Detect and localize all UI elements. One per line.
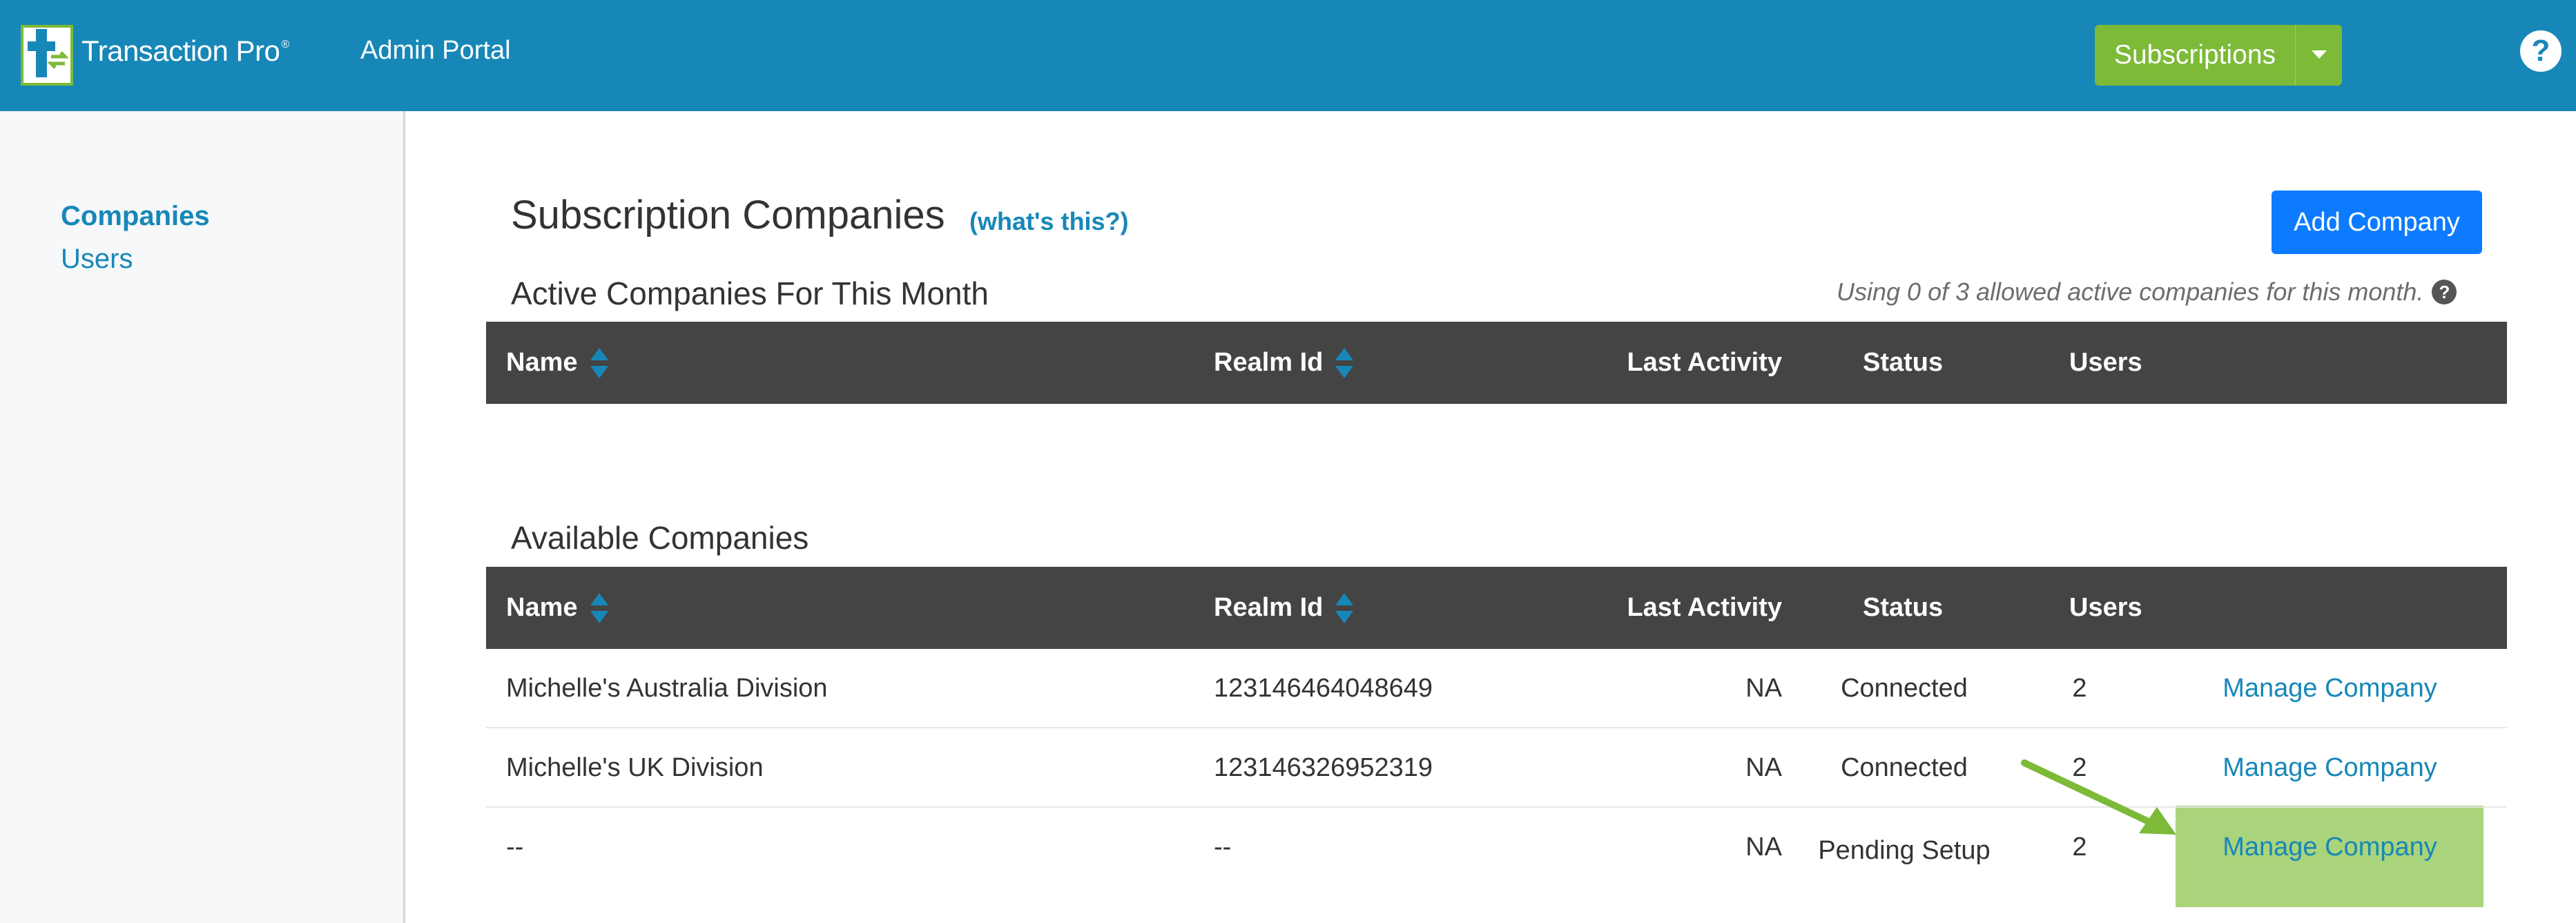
manage-company-link[interactable]: Manage Company: [2176, 808, 2483, 887]
sidebar-item-users[interactable]: Users: [61, 244, 133, 275]
active-table-header: Name Realm Id Last Activity Status Users: [486, 322, 2507, 404]
active-companies-heading: Active Companies For This Month: [511, 275, 989, 311]
question-circle-icon[interactable]: ?: [2432, 280, 2457, 304]
last-activity: NA: [1745, 753, 1782, 782]
sidebar: Companies Users: [0, 111, 405, 923]
column-header-status: Status: [1863, 348, 1944, 377]
sort-icon[interactable]: [1335, 592, 1354, 623]
sort-icon[interactable]: [590, 592, 608, 623]
company-name: Michelle's UK Division: [506, 753, 764, 782]
whats-this-link[interactable]: (what's this?): [969, 207, 1129, 236]
subscriptions-dropdown[interactable]: Subscriptions: [2095, 25, 2342, 86]
available-table-header: Name Realm Id Last Activity Status Users: [486, 567, 2507, 649]
status: Pending Setup: [1818, 836, 1991, 865]
help-icon[interactable]: ?: [2520, 30, 2562, 72]
status: Connected: [1841, 674, 1968, 703]
column-header-status: Status: [1863, 593, 1944, 622]
brand-name[interactable]: Transaction Pro ®: [81, 35, 289, 68]
realm-id: --: [1214, 833, 1232, 862]
manage-company-link[interactable]: Manage Company: [2176, 649, 2483, 728]
caret-down-icon[interactable]: [2295, 25, 2342, 86]
table-row: Michelle's Australia Division 1231464640…: [486, 649, 2507, 728]
last-activity: NA: [1745, 833, 1782, 862]
manage-company-link[interactable]: Manage Company: [2176, 728, 2483, 808]
usage-note: Using 0 of 3 allowed active companies fo…: [1837, 278, 2457, 307]
top-bar: Transaction Pro ® Admin Portal Subscripti…: [0, 0, 2576, 111]
column-header-name[interactable]: Name: [506, 322, 608, 404]
column-header-last-activity: Last Activity: [1627, 348, 1782, 377]
column-header-users: Users: [2069, 593, 2142, 622]
company-name: Michelle's Australia Division: [506, 674, 828, 703]
sort-icon[interactable]: [1335, 347, 1354, 378]
table-row: -- -- NA Pending Setup 2 Manage Company: [486, 808, 2507, 923]
column-header-realm-id[interactable]: Realm Id: [1214, 567, 1354, 649]
annotation-arrow-icon: [2021, 759, 2176, 835]
add-company-button[interactable]: Add Company: [2272, 191, 2482, 254]
column-header-name[interactable]: Name: [506, 567, 608, 649]
column-header-users: Users: [2069, 348, 2142, 377]
realm-id: 123146464048649: [1214, 674, 1433, 703]
company-name: --: [506, 833, 524, 862]
page-title: Subscription Companies: [511, 193, 945, 237]
realm-id: 123146326952319: [1214, 753, 1433, 782]
users-count: 2: [2072, 674, 2087, 703]
portal-label: Admin Portal: [360, 36, 511, 65]
column-header-realm-id[interactable]: Realm Id: [1214, 322, 1354, 404]
usage-text: Using 0 of 3 allowed active companies fo…: [1837, 278, 2424, 306]
subscriptions-button[interactable]: Subscriptions: [2095, 25, 2295, 86]
table-row: Michelle's UK Division 123146326952319 N…: [486, 728, 2507, 808]
status: Connected: [1841, 753, 1968, 782]
column-header-last-activity: Last Activity: [1627, 593, 1782, 622]
sort-icon[interactable]: [590, 347, 608, 378]
transaction-pro-logo-icon[interactable]: [21, 25, 77, 86]
last-activity: NA: [1745, 674, 1782, 703]
sidebar-item-companies[interactable]: Companies: [61, 201, 210, 232]
available-companies-heading: Available Companies: [511, 520, 809, 556]
